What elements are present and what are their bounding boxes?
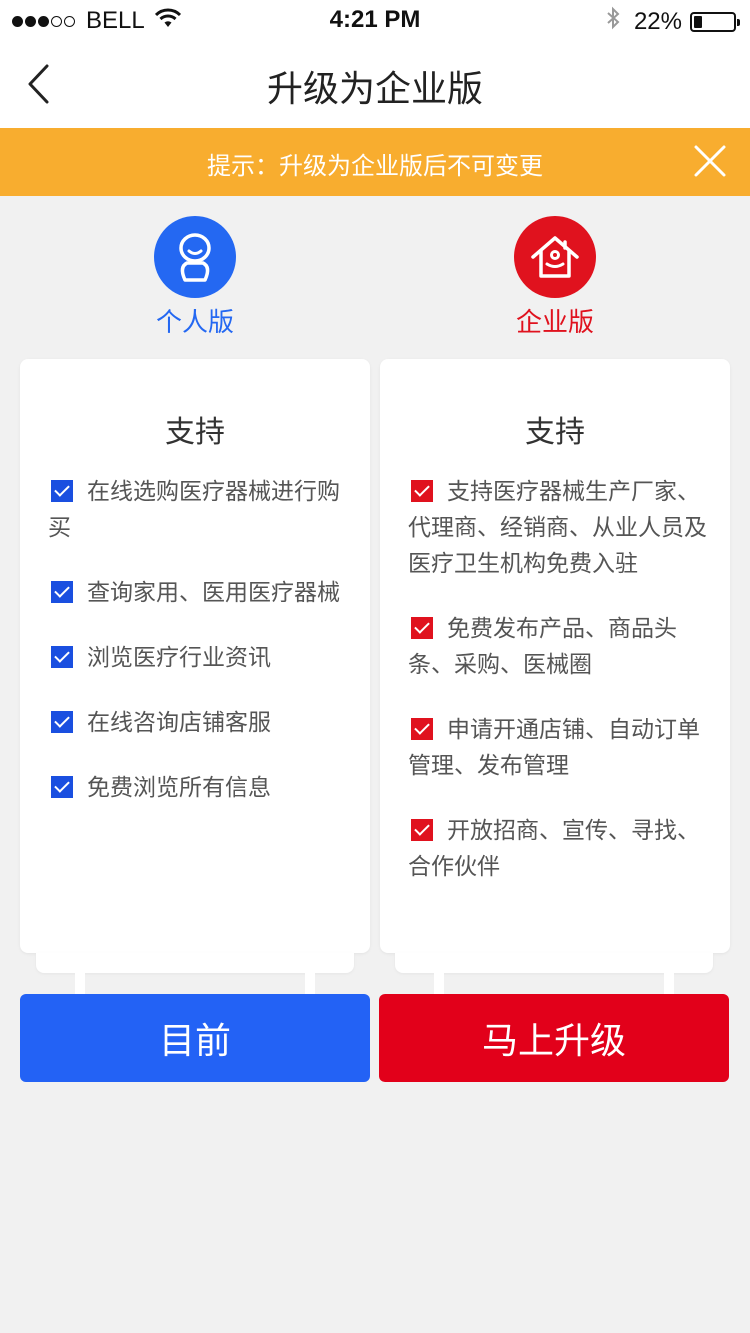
personal-plan-header: 个人版 [115, 216, 275, 339]
house-icon [514, 216, 596, 298]
feature-item: 开放招商、宣传、寻找、合作伙伴 [408, 818, 700, 880]
checkbox-checked-icon [51, 581, 73, 603]
card-ribbon-decoration [434, 973, 674, 995]
checkbox-checked-icon [411, 718, 433, 740]
battery-icon [690, 11, 740, 32]
checkbox-checked-icon [51, 711, 73, 733]
personal-feature-list: 在线选购医疗器械进行购买 查询家用、医用医疗器械 浏览医疗行业资讯 在线咨询店铺… [48, 474, 352, 835]
enterprise-plan-header: 企业版 [475, 216, 635, 339]
notice-banner: 提示：升级为企业版后不可变更 [0, 128, 750, 196]
person-icon [154, 216, 236, 298]
enterprise-card-title: 支持 [525, 415, 585, 450]
feature-item: 免费发布产品、商品头条、采购、医械圈 [408, 616, 677, 678]
feature-item: 浏览医疗行业资讯 [48, 640, 352, 676]
personal-card-title: 支持 [165, 415, 225, 450]
checkbox-checked-icon [411, 480, 433, 502]
checkbox-checked-icon [51, 480, 73, 502]
feature-item: 申请开通店铺、自动订单管理、发布管理 [408, 717, 700, 779]
close-icon[interactable] [692, 143, 728, 179]
checkbox-checked-icon [51, 776, 73, 798]
current-plan-button[interactable]: 目前 [20, 994, 370, 1082]
battery-percent: 22% [633, 7, 682, 35]
enterprise-plan-card: 支持 支持医疗器械生产厂家、代理商、经销商、从业人员及医疗卫生机构免费入驻 免费… [380, 359, 730, 953]
notice-text: 提示：升级为企业版后不可变更 [207, 152, 543, 180]
personal-plan-name: 个人版 [155, 308, 234, 338]
card-stack-decoration [395, 953, 713, 973]
checkbox-checked-icon [411, 617, 433, 639]
page-title: 升级为企业版 [266, 69, 483, 110]
status-bar: BELL 4:21 PM 22% [0, 0, 750, 40]
checkbox-checked-icon [51, 646, 73, 668]
feature-item: 在线咨询店铺客服 [48, 705, 352, 741]
enterprise-feature-list: 支持医疗器械生产厂家、代理商、经销商、从业人员及医疗卫生机构免费入驻 免费发布产… [408, 474, 712, 914]
nav-bar: 升级为企业版 [0, 40, 750, 128]
upgrade-now-button[interactable]: 马上升级 [379, 994, 729, 1082]
feature-item: 查询家用、医用医疗器械 [48, 575, 352, 611]
enterprise-plan-name: 企业版 [515, 308, 594, 338]
card-ribbon-decoration [75, 973, 315, 995]
feature-item: 在线选购医疗器械进行购买 [48, 479, 340, 541]
feature-item: 支持医疗器械生产厂家、代理商、经销商、从业人员及医疗卫生机构免费入驻 [408, 479, 707, 577]
checkbox-checked-icon [411, 819, 433, 841]
feature-item: 免费浏览所有信息 [48, 770, 352, 806]
bluetooth-icon [606, 6, 620, 37]
card-stack-decoration [36, 953, 354, 973]
personal-plan-card: 支持 在线选购医疗器械进行购买 查询家用、医用医疗器械 浏览医疗行业资讯 在线咨… [20, 359, 370, 953]
